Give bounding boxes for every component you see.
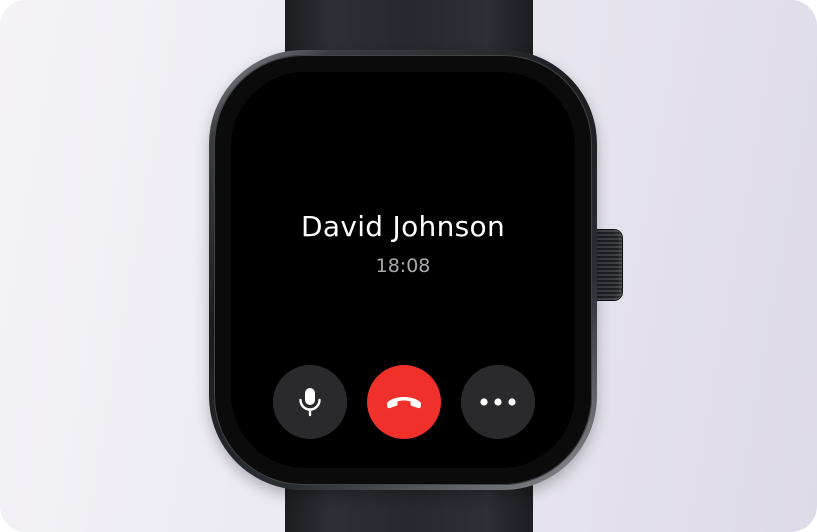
call-screen: David Johnson 18:08 bbox=[231, 72, 575, 468]
caller-name: David Johnson bbox=[301, 210, 505, 243]
mute-button[interactable] bbox=[273, 365, 347, 439]
microphone-icon bbox=[299, 388, 321, 417]
more-options-button[interactable] bbox=[461, 365, 535, 439]
watch-bezel: David Johnson 18:08 bbox=[214, 55, 592, 485]
end-call-button[interactable] bbox=[367, 365, 441, 439]
more-horizontal-icon bbox=[480, 398, 516, 406]
product-card: David Johnson 18:08 bbox=[0, 0, 817, 532]
call-duration: 18:08 bbox=[375, 255, 431, 277]
end-call-icon bbox=[387, 397, 421, 409]
watch-case: David Johnson 18:08 bbox=[209, 50, 597, 490]
